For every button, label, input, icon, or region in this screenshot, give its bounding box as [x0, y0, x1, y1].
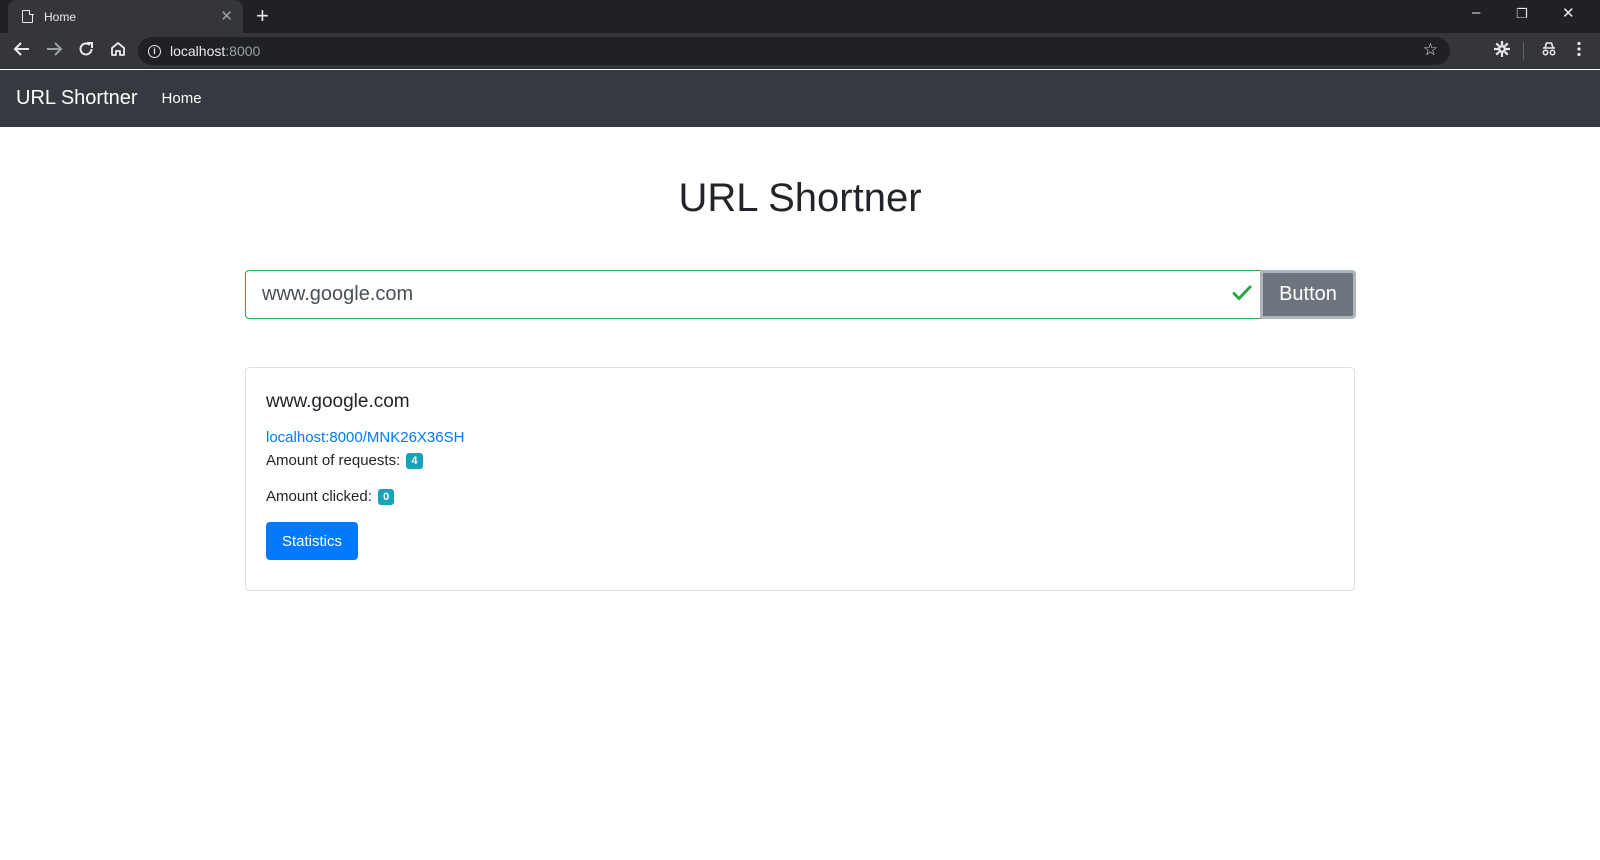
minimize-icon[interactable]: – — [1472, 4, 1480, 21]
url-port: :8000 — [225, 43, 261, 59]
bookmark-star-icon[interactable]: ☆ — [1423, 40, 1438, 60]
home-icon[interactable] — [107, 40, 129, 63]
tab-title: Home — [44, 9, 77, 24]
requests-stat: Amount of requests: 4 — [266, 452, 1334, 469]
site-info-icon[interactable]: i — [148, 44, 161, 58]
short-url-link[interactable]: localhost:8000/MNK26X36SH — [266, 429, 464, 446]
url-host: localhost — [170, 43, 226, 59]
valid-check-icon — [1232, 285, 1252, 300]
toolbar-divider — [1523, 42, 1524, 60]
menu-kebab-icon[interactable] — [1568, 40, 1590, 63]
browser-tab[interactable]: Home ✕ — [8, 0, 243, 33]
app-navbar: URL Shortner Home — [0, 70, 1600, 127]
new-tab-icon[interactable]: + — [256, 5, 269, 27]
navbar-brand[interactable]: URL Shortner — [16, 87, 138, 110]
forward-icon[interactable] — [43, 40, 65, 63]
close-tab-icon[interactable]: ✕ — [220, 9, 233, 24]
url-input-group: Button — [245, 270, 1356, 319]
back-icon[interactable] — [11, 40, 33, 63]
original-url: www.google.com — [266, 391, 410, 412]
statistics-button[interactable]: Statistics — [266, 522, 358, 560]
nav-link-home[interactable]: Home — [162, 90, 202, 107]
close-window-icon[interactable]: ✕ — [1562, 4, 1575, 22]
address-bar[interactable]: i localhost:8000 ☆ — [138, 37, 1450, 65]
result-card: www.google.com localhost:8000/MNK26X36SH… — [245, 367, 1355, 591]
page-title: URL Shortner — [678, 176, 922, 220]
extension-gear-icon[interactable] — [1491, 40, 1513, 63]
requests-badge: 4 — [406, 453, 423, 469]
requests-label: Amount of requests: — [266, 452, 401, 469]
browser-tabstrip: Home ✕ + – ❐ ✕ — [0, 0, 1600, 33]
clicked-stat: Amount clicked: 0 — [266, 488, 1334, 505]
browser-toolbar: i localhost:8000 ☆ — [0, 33, 1600, 69]
incognito-icon[interactable] — [1538, 40, 1560, 63]
shorten-button[interactable]: Button — [1260, 270, 1356, 319]
clicked-badge: 0 — [378, 489, 395, 505]
clicked-label: Amount clicked: — [266, 488, 372, 505]
url-input[interactable] — [245, 270, 1260, 319]
restore-icon[interactable]: ❐ — [1516, 6, 1528, 22]
reload-icon[interactable] — [75, 40, 97, 63]
document-icon — [22, 9, 34, 23]
